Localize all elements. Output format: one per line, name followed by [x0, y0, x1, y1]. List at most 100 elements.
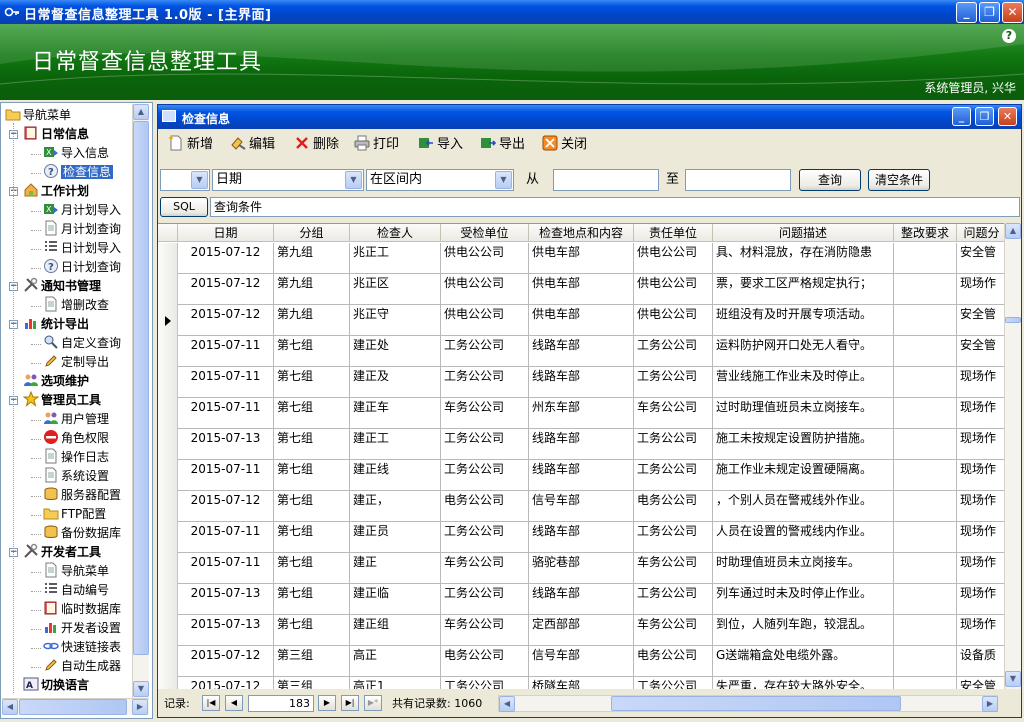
table-cell[interactable]: 工务公公司 [441, 460, 529, 491]
row-selector[interactable] [158, 677, 178, 689]
table-cell[interactable]: 供电车部 [529, 243, 634, 274]
nav-item[interactable]: 工作计划 [23, 182, 89, 201]
last-record-icon[interactable]: ▶| [341, 695, 359, 711]
table-row[interactable]: 2015-07-11 第七组 建正线 工务公公司 线路车部 工务公公司 施工作业未规定设置硬… [158, 460, 1004, 491]
table-cell[interactable] [894, 274, 957, 305]
grid-vertical-scrollbar[interactable]: ▲ ▼ [1004, 223, 1021, 689]
nav-item[interactable]: X 导入信息 [43, 144, 109, 163]
table-cell[interactable]: 高正 [350, 646, 441, 677]
nav-item[interactable]: 通知书管理 [23, 277, 101, 296]
table-cell[interactable]: 现场作 [957, 553, 1004, 584]
grid-scroll-thumb[interactable] [1005, 317, 1021, 323]
table-cell[interactable]: 2015-07-12 [178, 243, 274, 274]
table-row[interactable]: 2015-07-11 第七组 建正车 车务公公司 州东车部 车务公公司 过时助理值班员未立岗… [158, 398, 1004, 429]
row-selector[interactable] [158, 336, 178, 367]
nav-item[interactable]: 服务器配置 [43, 486, 121, 505]
table-cell[interactable]: 建正处 [350, 336, 441, 367]
chevron-down-icon[interactable]: ▼ [345, 171, 362, 189]
nav-item[interactable]: 备份数据库 [43, 524, 121, 543]
table-cell[interactable]: 供电公公司 [634, 274, 713, 305]
table-cell[interactable]: 供电公公司 [441, 305, 529, 336]
column-header[interactable]: 日期 [178, 224, 274, 242]
table-cell[interactable]: 车务公公司 [634, 615, 713, 646]
table-cell[interactable]: 2015-07-12 [178, 491, 274, 522]
field-select[interactable]: 日期 ▼ [212, 169, 364, 191]
table-cell[interactable]: 现场作 [957, 274, 1004, 305]
column-header[interactable]: 分组 [274, 224, 350, 242]
table-cell[interactable]: 工务公公司 [634, 522, 713, 553]
scroll-left-arrow-icon[interactable]: ◀ [499, 696, 515, 712]
table-cell[interactable]: 施工未按规定设置防护措施。 [713, 429, 894, 460]
toolbar-button[interactable]: 编辑 [230, 133, 275, 157]
table-cell[interactable]: 电务公公司 [441, 491, 529, 522]
table-row[interactable]: 2015-07-13 第七组 建正工 工务公公司 线路车部 工务公公司 施工未按规定设置防护… [158, 429, 1004, 460]
row-selector[interactable] [158, 522, 178, 553]
table-cell[interactable]: 过时助理值班员未立岗接车。 [713, 398, 894, 429]
table-cell[interactable]: 工务公公司 [634, 460, 713, 491]
nav-item[interactable]: 日计划导入 [43, 239, 121, 258]
table-cell[interactable]: 骆驼巷部 [529, 553, 634, 584]
table-cell[interactable]: 安全管 [957, 243, 1004, 274]
logic-select[interactable]: ▼ [160, 169, 210, 191]
table-cell[interactable]: 设备质 [957, 646, 1004, 677]
row-selector[interactable] [158, 460, 178, 491]
table-cell[interactable]: 建正车 [350, 398, 441, 429]
table-cell[interactable]: 票，要求工区严格规定执行； [713, 274, 894, 305]
nav-item[interactable]: 自动生成器 [43, 657, 121, 676]
window-titlebar[interactable]: 日常督查信息整理工具 1.0版 - [主界面] _ ❐ ✕ [0, 0, 1024, 24]
table-cell[interactable]: 建正， [350, 491, 441, 522]
table-cell[interactable]: 车务公公司 [634, 553, 713, 584]
table-cell[interactable]: 车务公公司 [441, 553, 529, 584]
row-selector[interactable] [158, 243, 178, 274]
nav-item[interactable]: 开发者设置 [43, 619, 121, 638]
table-cell[interactable]: 列车通过时未及时停止作业。 [713, 584, 894, 615]
child-minimize-button[interactable]: _ [952, 107, 971, 126]
table-row[interactable]: 2015-07-11 第七组 建正及 工务公公司 线路车部 工务公公司 营业线施工作业未及时… [158, 367, 1004, 398]
column-header[interactable]: 整改要求 [894, 224, 957, 242]
nav-item[interactable]: 临时数据库 [43, 600, 121, 619]
close-button[interactable]: ✕ [1002, 2, 1023, 23]
table-cell[interactable]: 第七组 [274, 460, 350, 491]
table-row[interactable]: 2015-07-12 第九组 兆正工 供电公公司 供电车部 供电公公司 具、材料混放，存在消… [158, 243, 1004, 274]
table-cell[interactable]: 第三组 [274, 646, 350, 677]
table-cell[interactable]: 电务公公司 [634, 491, 713, 522]
nav-item[interactable]: 管理员工具 [23, 391, 101, 410]
nav-item[interactable]: 日常信息 [23, 125, 89, 144]
column-header[interactable]: 检查地点和内容 [529, 224, 634, 242]
nav-item[interactable]: 快速链接表 [43, 638, 121, 657]
nav-item[interactable]: 月计划查询 [43, 220, 121, 239]
table-cell[interactable] [894, 336, 957, 367]
grid-horizontal-scrollbar[interactable]: ◀ ▶ [498, 695, 998, 712]
table-cell[interactable]: 2015-07-12 [178, 274, 274, 305]
nav-item[interactable]: 自定义查询 [43, 334, 121, 353]
table-cell[interactable]: 线路车部 [529, 336, 634, 367]
table-cell[interactable]: 第七组 [274, 491, 350, 522]
child-restore-button[interactable]: ❐ [975, 107, 994, 126]
table-cell[interactable]: 第七组 [274, 367, 350, 398]
table-cell[interactable] [894, 429, 957, 460]
chevron-down-icon[interactable]: ▼ [191, 171, 208, 189]
query-condition-field[interactable]: 查询条件 [210, 197, 1020, 217]
nav-item[interactable]: X 月计划导入 [43, 201, 121, 220]
table-cell[interactable]: 工务公公司 [634, 584, 713, 615]
nav-item[interactable]: 角色权限 [43, 429, 109, 448]
table-cell[interactable]: 线路车部 [529, 429, 634, 460]
table-row[interactable]: 2015-07-13 第七组 建正组 车务公公司 定西部部 车务公公司 到位，人随列车跑，较… [158, 615, 1004, 646]
table-cell[interactable] [894, 460, 957, 491]
nav-item[interactable]: ? 日计划查询 [43, 258, 121, 277]
table-cell[interactable]: ，个别人员在警戒线外作业。 [713, 491, 894, 522]
table-cell[interactable]: 线路车部 [529, 522, 634, 553]
table-cell[interactable]: 第九组 [274, 243, 350, 274]
table-cell[interactable]: 2015-07-11 [178, 336, 274, 367]
table-cell[interactable]: 第七组 [274, 429, 350, 460]
table-row[interactable]: 2015-07-11 第七组 建正处 工务公公司 线路车部 工务公公司 运料防护网开口处无人… [158, 336, 1004, 367]
row-selector[interactable] [158, 491, 178, 522]
table-cell[interactable]: 2015-07-11 [178, 522, 274, 553]
table-cell[interactable]: 建正临 [350, 584, 441, 615]
table-cell[interactable]: 信号车部 [529, 491, 634, 522]
table-cell[interactable]: 人员在设置的警戒线内作业。 [713, 522, 894, 553]
table-cell[interactable]: 线路车部 [529, 367, 634, 398]
table-cell[interactable]: 第七组 [274, 336, 350, 367]
table-cell[interactable]: 第七组 [274, 615, 350, 646]
table-row[interactable]: 2015-07-12 第九组 兆正守 供电公公司 供电车部 供电公公司 班组没有及时开展专项… [158, 305, 1004, 336]
